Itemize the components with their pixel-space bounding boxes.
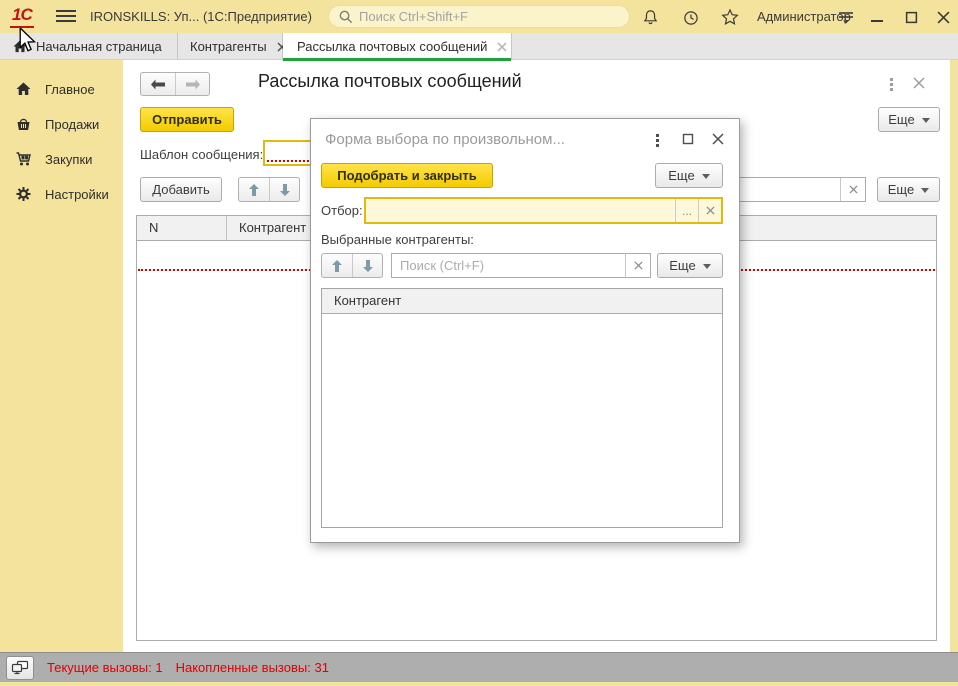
chevron-down-icon [702,174,710,179]
navigation-buttons [140,72,210,96]
row-move-buttons [238,177,300,202]
window-right-border [950,60,958,652]
window-bottom-border [0,682,958,686]
tab-counterparties[interactable]: Контрагенты [178,33,283,60]
arrow-up-icon [332,260,342,272]
active-tab-indicator [283,58,511,61]
table-more-button[interactable]: Еще [877,177,940,202]
dialog-more-button[interactable]: Еще [655,163,723,188]
global-search[interactable] [328,5,630,28]
dialog-list-more-button[interactable]: Еще [657,253,723,278]
tab-close-icon[interactable] [497,42,507,52]
sidebar-item-purchases[interactable]: Закупки [0,148,123,170]
basket-icon [15,116,32,132]
sidebar-item-sales[interactable]: Продажи [0,113,123,135]
favorites-star-icon[interactable] [720,7,740,27]
sidebar-item-label: Продажи [45,117,99,132]
home-icon [12,39,28,54]
add-button[interactable]: Добавить [140,177,222,202]
dialog-title: Форма выбора по произвольном... [325,131,645,148]
arrow-down-icon [280,184,290,196]
tab-label: Рассылка почтовых сообщений [297,39,487,54]
title-bar: 1С IRONSKILLS: Уп... (1С:Предприятие) Ад… [0,0,958,33]
tab-home-page[interactable]: Начальная страница [0,33,178,60]
selected-counterparties-label: Выбранные контрагенты: [321,232,474,247]
minimize-window-icon[interactable] [866,8,888,26]
close-window-icon[interactable] [932,8,954,26]
filter-label: Отбор: [321,203,363,218]
sidebar-item-label: Закупки [45,152,92,167]
global-search-input[interactable] [359,9,620,24]
column-header-counterparty[interactable]: Контрагент [322,289,722,313]
arrow-right-icon [185,79,201,90]
current-calls-value: 1 [155,660,162,675]
arrow-up-icon [249,184,259,196]
move-up-button[interactable] [239,178,269,201]
selected-counterparties-table[interactable]: Контрагент [321,288,723,528]
1c-logo: 1С [10,5,34,28]
move-up-button[interactable] [322,254,352,277]
status-bar: Текущие вызовы: 1 Накопленные вызовы: 31 [0,652,958,682]
move-down-button[interactable] [269,178,299,201]
forward-button[interactable] [175,73,209,95]
app-title: IRONSKILLS: Уп... (1С:Предприятие) [90,9,312,24]
chevron-down-icon [922,118,930,123]
gear-icon [15,186,32,202]
tab-bar: Начальная страница Контрагенты Рассылка … [0,33,958,60]
accumulated-calls-value: 31 [314,660,328,675]
page-title: Рассылка почтовых сообщений [258,71,522,92]
form-menu-kebab-icon[interactable] [888,76,895,93]
service-menu-icon[interactable] [836,7,856,27]
filter-input[interactable] [366,199,675,222]
dialog-close-icon[interactable] [709,130,727,148]
maximize-window-icon[interactable] [900,8,922,26]
dialog-maximize-icon[interactable] [679,130,697,148]
filter-field[interactable]: ... [364,197,723,224]
search-icon [338,9,353,24]
back-button[interactable] [141,73,175,95]
sidebar-item-label: Настройки [45,187,109,202]
sidebar-item-settings[interactable]: Настройки [0,183,123,205]
pick-and-close-button[interactable]: Подобрать и закрыть [321,163,493,188]
tab-mail-distribution[interactable]: Рассылка почтовых сообщений [283,33,512,60]
selection-form-dialog: Форма выбора по произвольном... Подобрат… [310,118,740,543]
performance-indicator-button[interactable] [6,656,34,680]
home-icon [15,81,32,97]
move-down-button[interactable] [352,254,382,277]
current-calls-status: Текущие вызовы: 1 [47,660,163,675]
monitors-icon [11,660,29,676]
clear-search-icon[interactable] [625,254,650,277]
clear-search-icon[interactable] [840,178,865,201]
arrow-down-icon [363,260,373,272]
chevron-down-icon [921,188,929,193]
filter-clear-icon[interactable] [698,199,721,222]
accumulated-calls-status: Накопленные вызовы: 31 [176,660,329,675]
form-more-button[interactable]: Еще [878,107,940,132]
main-menu-icon[interactable] [56,10,76,23]
filter-choose-button[interactable]: ... [675,199,698,222]
arrow-left-icon [150,79,166,90]
dialog-search-field[interactable] [391,253,651,278]
template-label: Шаблон сообщения: [140,147,263,162]
table-header: Контрагент [322,289,722,314]
sidebar-item-label: Главное [45,82,95,97]
chevron-down-icon [703,264,711,269]
dialog-row-move-buttons [321,253,383,278]
cart-icon [15,151,32,167]
history-icon[interactable] [680,7,700,27]
sidebar: Главное Продажи Закупки [0,60,123,652]
dialog-search-input[interactable] [392,254,625,277]
tab-label: Начальная страница [36,39,162,54]
dialog-menu-kebab-icon[interactable] [654,132,661,149]
sidebar-item-main[interactable]: Главное [0,78,123,100]
form-close-icon[interactable] [910,74,928,92]
column-header-n[interactable]: N [137,216,227,240]
tab-label: Контрагенты [190,39,267,54]
notifications-bell-icon[interactable] [640,7,660,27]
send-button[interactable]: Отправить [140,107,234,132]
